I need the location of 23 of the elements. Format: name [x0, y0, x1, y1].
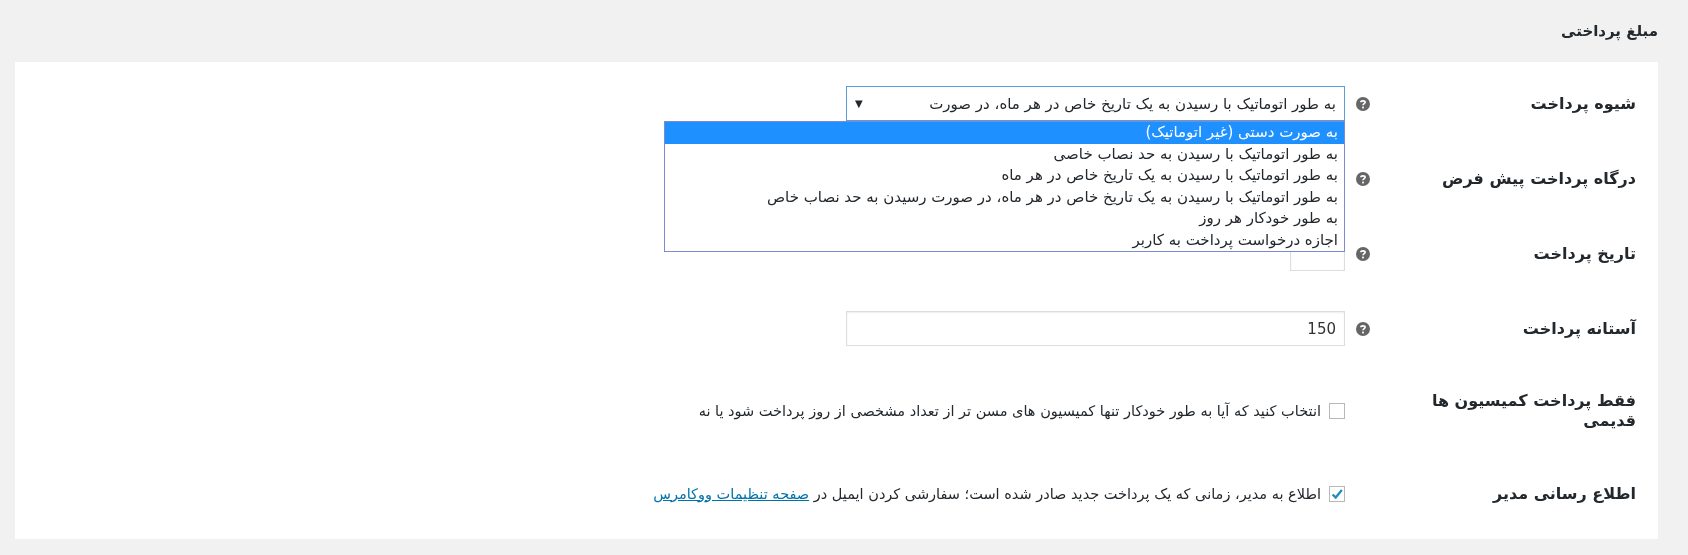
checkbox-description: انتخاب کنید که آیا به طور خودکار تنها کمیسیون های مسن تر از تعداد مشخصی از روز پرداخت شود یا نه [698, 401, 1321, 421]
field-label: آستانه پرداخت [1521, 318, 1636, 339]
help-icon[interactable] [1356, 96, 1370, 111]
help-icon[interactable] [1356, 246, 1370, 261]
section-title: مبلغ پرداختی [1561, 21, 1658, 43]
dropdown-option[interactable]: به طور اتوماتیک با رسیدن به یک تاریخ خاص در هر ماه، در صورت رسیدن به حد نصاب خاص [665, 186, 1344, 208]
field-label: شیوه پرداخت [1529, 93, 1636, 114]
checkbox[interactable] [1329, 485, 1345, 502]
dropdown-option[interactable]: اجازه درخواست پرداخت به کاربر [665, 229, 1344, 251]
field-label: فقط پرداخت کمیسیون ها قدیمی [1430, 391, 1636, 431]
help-icon[interactable] [1356, 171, 1370, 186]
checkbox-description: اطلاع به مدیر، زمانی که یک پرداخت جدید صادر شده است؛ سفارشی کردن ایمیل در صفحه تنظیمات ووکامرس [653, 484, 1321, 504]
dropdown-option[interactable]: به طور خودکار هر روز [665, 208, 1344, 230]
payment-method-select[interactable]: به طور اتوماتیک با رسیدن به یک تاریخ خاص در هر ماه، در صورت ▼ [846, 86, 1345, 121]
help-icon[interactable] [1356, 321, 1370, 336]
dropdown-option[interactable]: به طور اتوماتیک با رسیدن به حد نصاب خاصی [665, 143, 1344, 165]
field-label: تاریخ پرداخت [1532, 243, 1636, 264]
input-field[interactable]: 150 [846, 311, 1345, 346]
field-label: درگاه پرداخت پیش فرض [1440, 168, 1636, 189]
settings-link[interactable]: صفحه تنظیمات ووکامرس [653, 485, 810, 502]
field-label: اطلاع رسانی مدیر [1491, 483, 1636, 504]
checkbox[interactable] [1329, 403, 1345, 419]
dropdown-option[interactable]: به طور اتوماتیک با رسیدن به یک تاریخ خاص در هر ماه [665, 165, 1344, 187]
